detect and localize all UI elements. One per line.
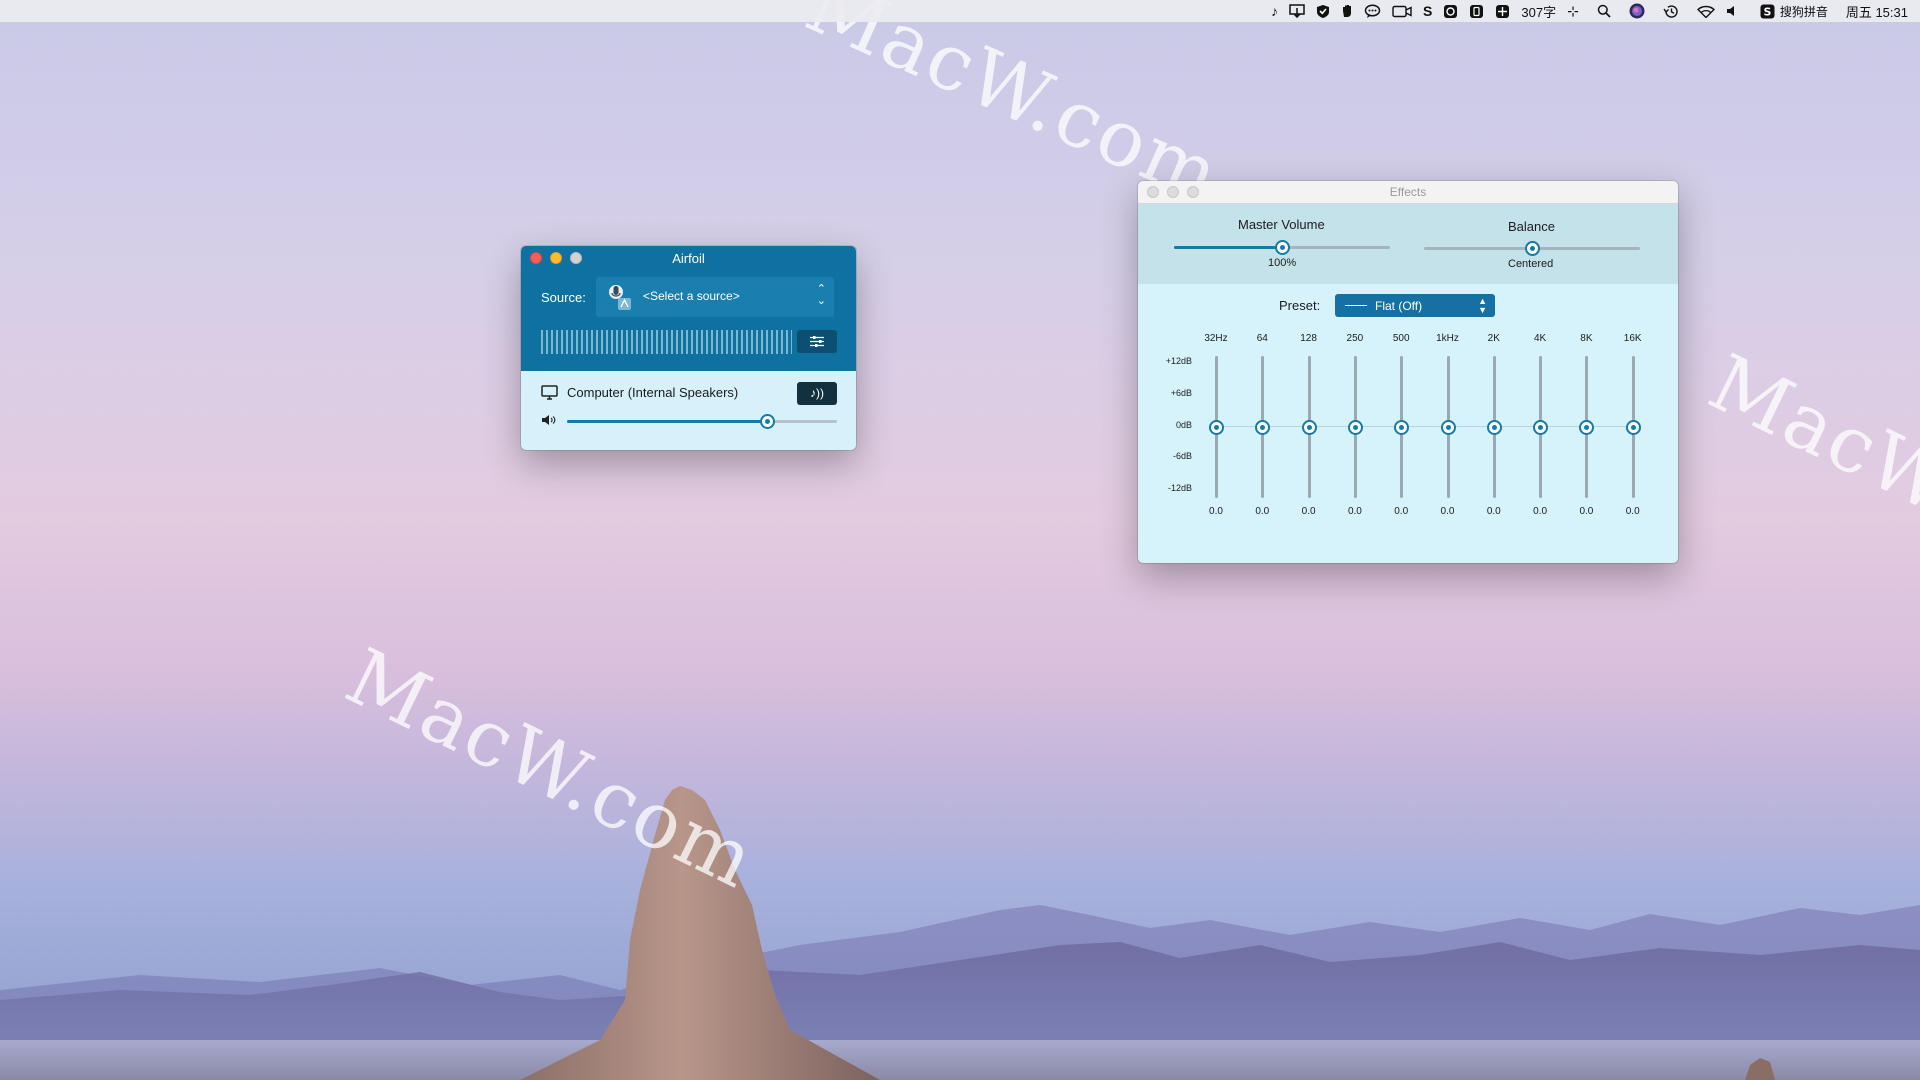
chevron-updown-icon: ▲ ▼ — [1478, 296, 1487, 315]
phone-icon[interactable] — [1469, 0, 1484, 22]
master-volume-slider[interactable] — [1174, 240, 1390, 255]
preset-label: Preset: — [1279, 298, 1321, 313]
slider-thumb[interactable] — [1275, 240, 1290, 255]
clock[interactable]: 周五 15:31 — [1846, 0, 1908, 22]
slider-thumb[interactable] — [759, 414, 775, 429]
source-label: Source: — [541, 290, 586, 305]
band-gain-value: 0.0 — [1255, 506, 1270, 517]
wifi-icon[interactable] — [1696, 0, 1715, 22]
band-frequency-label: 250 — [1346, 333, 1364, 344]
microphone-app-icon — [609, 285, 631, 310]
band-slider-thumb[interactable] — [1579, 420, 1595, 435]
camera-icon[interactable] — [1392, 0, 1412, 22]
svg-text:S: S — [1763, 5, 1771, 18]
audio-level-meter — [541, 330, 792, 354]
slider-fill — [1174, 246, 1282, 249]
band-frequency-label: 4K — [1533, 333, 1547, 344]
search-icon[interactable] — [1597, 0, 1611, 22]
chevron-updown-icon: ⌃ ⌄ — [816, 283, 826, 307]
volume-icon[interactable] — [1726, 0, 1738, 22]
band-slider-thumb[interactable] — [1301, 420, 1317, 435]
band-frequency-label: 2K — [1487, 333, 1500, 344]
band-slider-thumb[interactable] — [1255, 420, 1271, 435]
band-frequency-label: 32Hz — [1204, 333, 1228, 344]
band-frequency-label: 500 — [1392, 333, 1410, 344]
menu-bar: ♪ S 307字 ⊹ S 搜狗拼音 周五 15:31 — [0, 0, 1920, 22]
master-volume-label: Master Volume — [1238, 217, 1325, 232]
band-gain-value: 0.0 — [1209, 506, 1223, 517]
hand-icon[interactable] — [1341, 0, 1353, 22]
band-frequency-label: 128 — [1300, 333, 1317, 344]
sogou-icon[interactable]: S — [1760, 0, 1775, 22]
title-bar: Effects — [1138, 181, 1678, 204]
band-frequency-label: 64 — [1256, 333, 1268, 344]
grid-icon[interactable] — [1495, 0, 1510, 22]
band-gain-value: 0.0 — [1579, 506, 1594, 517]
speaker-name: Computer (Internal Speakers) — [567, 385, 739, 400]
word-count[interactable]: 307字 — [1521, 0, 1556, 22]
band-slider-thumb[interactable] — [1394, 420, 1410, 435]
preset-value: Flat (Off) — [1375, 299, 1423, 313]
speaker-toggle-button[interactable]: ♪)) — [797, 382, 837, 405]
effects-window: Effects Master Volume 100% Balance Cente… — [1138, 181, 1678, 563]
effects-button[interactable] — [797, 330, 837, 353]
band-gain-value: 0.0 — [1394, 506, 1409, 517]
slider-thumb[interactable] — [1525, 241, 1540, 256]
db-scale-label: 0dB — [1175, 420, 1192, 430]
speaker-volume-icon — [542, 415, 556, 425]
balance-value: Centered — [1508, 258, 1554, 270]
monitor-icon — [541, 385, 558, 400]
siri-icon[interactable] — [1629, 0, 1645, 22]
band-gain-value: 0.0 — [1533, 506, 1548, 517]
band-gain-value: 0.0 — [1440, 506, 1455, 517]
screen-share-icon[interactable] — [1289, 0, 1305, 22]
speaker-volume-slider[interactable] — [567, 414, 837, 429]
db-scale-label: +12dB — [1165, 356, 1192, 366]
master-controls: Master Volume 100% Balance Centered — [1138, 204, 1678, 284]
input-method-label[interactable]: 搜狗拼音 — [1780, 0, 1828, 22]
window-title: Effects — [1389, 185, 1427, 199]
airfoil-source-panel: Airfoil Source: <Select a source> ⌃ ⌄ — [521, 246, 856, 371]
band-slider-thumb[interactable] — [1347, 420, 1363, 435]
window-title: Airfoil — [672, 251, 705, 266]
equalizer-icon — [810, 336, 824, 347]
band-gain-value: 0.0 — [1301, 506, 1316, 517]
master-volume-value: 100% — [1268, 257, 1297, 269]
preset-line-icon — [1345, 305, 1367, 306]
source-select[interactable]: <Select a source> ⌃ ⌄ — [596, 277, 834, 317]
db-scale-label: -12dB — [1167, 483, 1192, 493]
band-slider-thumb[interactable] — [1625, 420, 1641, 435]
browser-icon[interactable] — [1443, 0, 1458, 22]
band-frequency-label: 16K — [1623, 333, 1642, 344]
band-slider-thumb[interactable] — [1440, 420, 1456, 435]
band-slider-thumb[interactable] — [1486, 420, 1502, 435]
band-gain-value: 0.0 — [1625, 506, 1640, 517]
music-note-icon[interactable]: ♪ — [1271, 0, 1278, 22]
db-scale-label: -6dB — [1172, 451, 1192, 461]
s-logo-icon[interactable]: S — [1423, 0, 1432, 22]
band-slider-thumb[interactable] — [1209, 420, 1224, 435]
band-slider-thumb[interactable] — [1533, 420, 1549, 435]
airfoil-window: Airfoil Source: <Select a source> ⌃ ⌄ Com… — [521, 246, 856, 450]
speaker-transmit-icon: ♪)) — [810, 386, 824, 400]
balance-label: Balance — [1508, 219, 1555, 234]
band-frequency-label: 8K — [1580, 333, 1593, 344]
db-scale-label: +6dB — [1170, 388, 1192, 398]
dial-icon[interactable]: ⊹ — [1567, 0, 1579, 22]
source-value: <Select a source> — [643, 289, 740, 303]
zero-db-line — [1212, 426, 1637, 427]
slider-fill — [567, 420, 767, 423]
shield-check-icon[interactable] — [1316, 0, 1330, 22]
band-frequency-label: 1kHz — [1436, 333, 1459, 344]
time-machine-icon[interactable] — [1663, 0, 1679, 22]
band-gain-value: 0.0 — [1486, 506, 1501, 517]
balance-slider[interactable] — [1424, 241, 1640, 256]
preset-select[interactable]: Flat (Off) ▲ ▼ — [1335, 294, 1495, 317]
band-gain-value: 0.0 — [1347, 506, 1362, 517]
chat-bubble-icon[interactable] — [1364, 0, 1381, 22]
